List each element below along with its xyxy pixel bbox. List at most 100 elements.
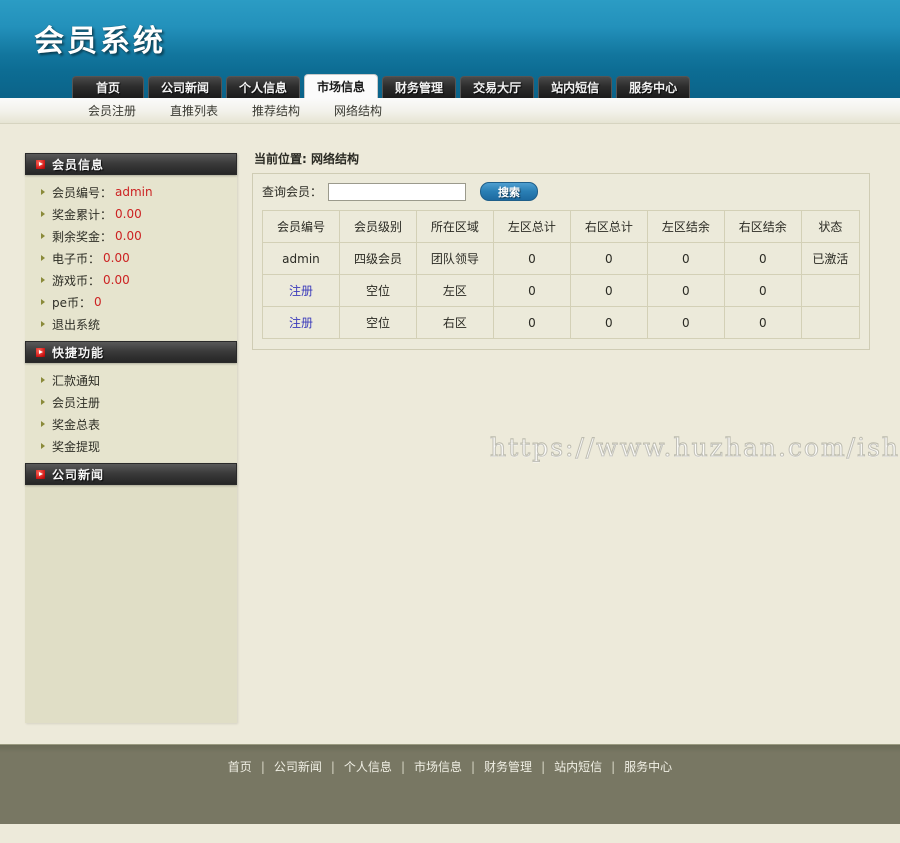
table-cell: 0	[492, 242, 571, 275]
sidebar-panel-member-info-header: 会员信息	[25, 153, 237, 175]
member-info-row: 剩余奖金： 0.00	[25, 225, 237, 247]
subnav-item-0[interactable]: 会员注册	[88, 102, 136, 119]
table-cell: 团队领导	[415, 242, 494, 275]
table-column-header: 左区结余	[646, 210, 725, 243]
register-link-cell[interactable]: 注册	[262, 274, 340, 307]
tab-3[interactable]: 市场信息	[304, 74, 379, 98]
table-cell: 0	[569, 306, 648, 339]
member-info-value: 0.00	[103, 251, 130, 265]
sidebar-member-info-body: 会员编号： admin 奖金累计： 0.00 剩余奖金： 0.00 电子币： 0.00 游戏币：…	[25, 175, 237, 341]
register-link-cell[interactable]: 注册	[262, 306, 340, 339]
table-cell: 0	[646, 274, 725, 307]
member-info-value: admin	[115, 185, 153, 199]
breadcrumb: 当前位置: 网络结构	[254, 152, 359, 166]
table-column-header: 左区总计	[492, 210, 571, 243]
member-info-row: 游戏币： 0.00	[25, 269, 237, 291]
tab-7[interactable]: 服务中心	[616, 76, 691, 98]
member-info-label: 剩余奖金：	[52, 229, 113, 244]
site-logo: 会员系统	[34, 24, 166, 59]
arrow-bullet-icon	[41, 299, 45, 305]
table-column-header: 右区总计	[569, 210, 648, 243]
footer-separator: |	[260, 760, 265, 774]
footer-link-1[interactable]: 公司新闻	[274, 760, 322, 774]
table-cell: 0	[723, 306, 802, 339]
subnav-item-2[interactable]: 推荐结构	[252, 102, 300, 119]
table-body: admin 四级会员 团队领导 0 0 0 0 已激活 注册 空位 左区 0 0 0 0 注册 空位 右区 0 0 0 0	[262, 242, 861, 339]
member-info-value: 0.00	[115, 207, 142, 221]
member-info-label: 奖金累计：	[52, 207, 113, 222]
member-info-row: 奖金累计： 0.00	[25, 203, 237, 225]
sidebar-company-news-body	[25, 485, 237, 717]
tab-0[interactable]: 首页	[72, 76, 144, 98]
member-info-label: 电子币：	[52, 251, 101, 266]
table-row: 注册 空位 左区 0 0 0 0	[262, 274, 861, 307]
footer-link-3[interactable]: 市场信息	[414, 760, 462, 774]
body-area: 会员信息 会员编号： admin 奖金累计： 0.00 剩余奖金： 0.00 电子币： 0.0…	[0, 124, 900, 744]
table-cell: 0	[492, 306, 571, 339]
quick-function-item[interactable]: 奖金总表	[25, 413, 237, 435]
footer-link-0[interactable]: 首页	[228, 760, 252, 774]
search-input[interactable]	[328, 182, 467, 201]
tab-5[interactable]: 交易大厅	[460, 76, 535, 98]
search-label: 查询会员：	[262, 185, 323, 199]
member-info-label: 会员编号：	[52, 185, 113, 200]
table-cell: 右区	[415, 306, 494, 339]
search-button[interactable]: 搜索	[480, 182, 539, 201]
member-info-row[interactable]: 退出系统	[25, 313, 237, 335]
table-cell: 0	[723, 274, 802, 307]
sidebar-panel-company-news-header: 公司新闻	[25, 463, 237, 485]
site-footer: 首页 | 公司新闻 | 个人信息 | 市场信息 | 财务管理 | 站内短信 | 服务中心	[0, 744, 900, 824]
table-cell	[800, 274, 861, 307]
arrow-bullet-icon	[41, 443, 45, 449]
footer-link-4[interactable]: 财务管理	[484, 760, 532, 774]
table-cell: 0	[646, 242, 725, 275]
member-info-row: pe币： 0	[25, 291, 237, 313]
tab-4[interactable]: 财务管理	[382, 76, 457, 98]
table-column-header: 所在区域	[415, 210, 494, 243]
quick-function-label[interactable]: 会员注册	[52, 394, 100, 411]
quick-function-label[interactable]: 奖金提现	[52, 438, 100, 455]
table-cell: 0	[569, 242, 648, 275]
main-content: 当前位置: 网络结构 查询会员： 搜索 会员编号 会员级别 所在区域 左区总计 右区总计…	[252, 150, 900, 463]
subnav-item-1[interactable]: 直推列表	[170, 102, 218, 119]
table-cell: 空位	[338, 306, 417, 339]
subnav-item-3[interactable]: 网络结构	[334, 102, 382, 119]
main-nav: 首页 公司新闻 个人信息 市场信息 财务管理 交易大厅 站内短信 服务中心	[0, 70, 900, 98]
arrow-bullet-icon	[41, 189, 45, 195]
member-info-label: pe币：	[52, 295, 92, 310]
table-header: 会员编号 会员级别 所在区域 左区总计 右区总计 左区结余 右区结余 状态	[262, 210, 861, 243]
member-info-row: 会员编号： admin	[25, 181, 237, 203]
table-column-header: 会员编号	[262, 210, 340, 243]
table-column-header: 右区结余	[723, 210, 802, 243]
arrow-bullet-icon	[41, 233, 45, 239]
member-info-action-label[interactable]: 退出系统	[52, 316, 100, 333]
table-column-header: 状态	[800, 210, 861, 243]
quick-function-label[interactable]: 奖金总表	[52, 416, 100, 433]
footer-link-6[interactable]: 服务中心	[624, 760, 672, 774]
footer-link-5[interactable]: 站内短信	[554, 760, 602, 774]
arrow-bullet-icon	[36, 159, 45, 169]
arrow-bullet-icon	[41, 321, 45, 327]
tab-6[interactable]: 站内短信	[538, 76, 613, 98]
table-cell: 0	[492, 274, 571, 307]
footer-link-2[interactable]: 个人信息	[344, 760, 392, 774]
sidebar-panel-title: 会员信息	[52, 157, 105, 172]
quick-function-item[interactable]: 奖金提现	[25, 435, 237, 457]
arrow-bullet-icon	[36, 347, 45, 357]
tab-1[interactable]: 公司新闻	[148, 76, 223, 98]
member-info-value: 0	[94, 295, 102, 309]
table-cell: 0	[723, 242, 802, 275]
search-bar: 查询会员： 搜索	[262, 182, 860, 201]
footer-links: 首页 | 公司新闻 | 个人信息 | 市场信息 | 财务管理 | 站内短信 | 服务中心	[228, 758, 672, 775]
arrow-bullet-icon	[41, 255, 45, 261]
quick-function-item[interactable]: 会员注册	[25, 391, 237, 413]
tab-2[interactable]: 个人信息	[226, 76, 301, 98]
sidebar-panel-title: 公司新闻	[52, 467, 105, 482]
table-cell: 左区	[415, 274, 494, 307]
quick-function-item[interactable]: 汇款通知	[25, 369, 237, 391]
table-header-row: 会员编号 会员级别 所在区域 左区总计 右区总计 左区结余 右区结余 状态	[262, 210, 861, 243]
table-row: admin 四级会员 团队领导 0 0 0 0 已激活	[262, 242, 861, 275]
member-info-value: 0.00	[103, 273, 130, 287]
quick-function-label[interactable]: 汇款通知	[52, 372, 100, 389]
table-cell	[800, 306, 861, 339]
